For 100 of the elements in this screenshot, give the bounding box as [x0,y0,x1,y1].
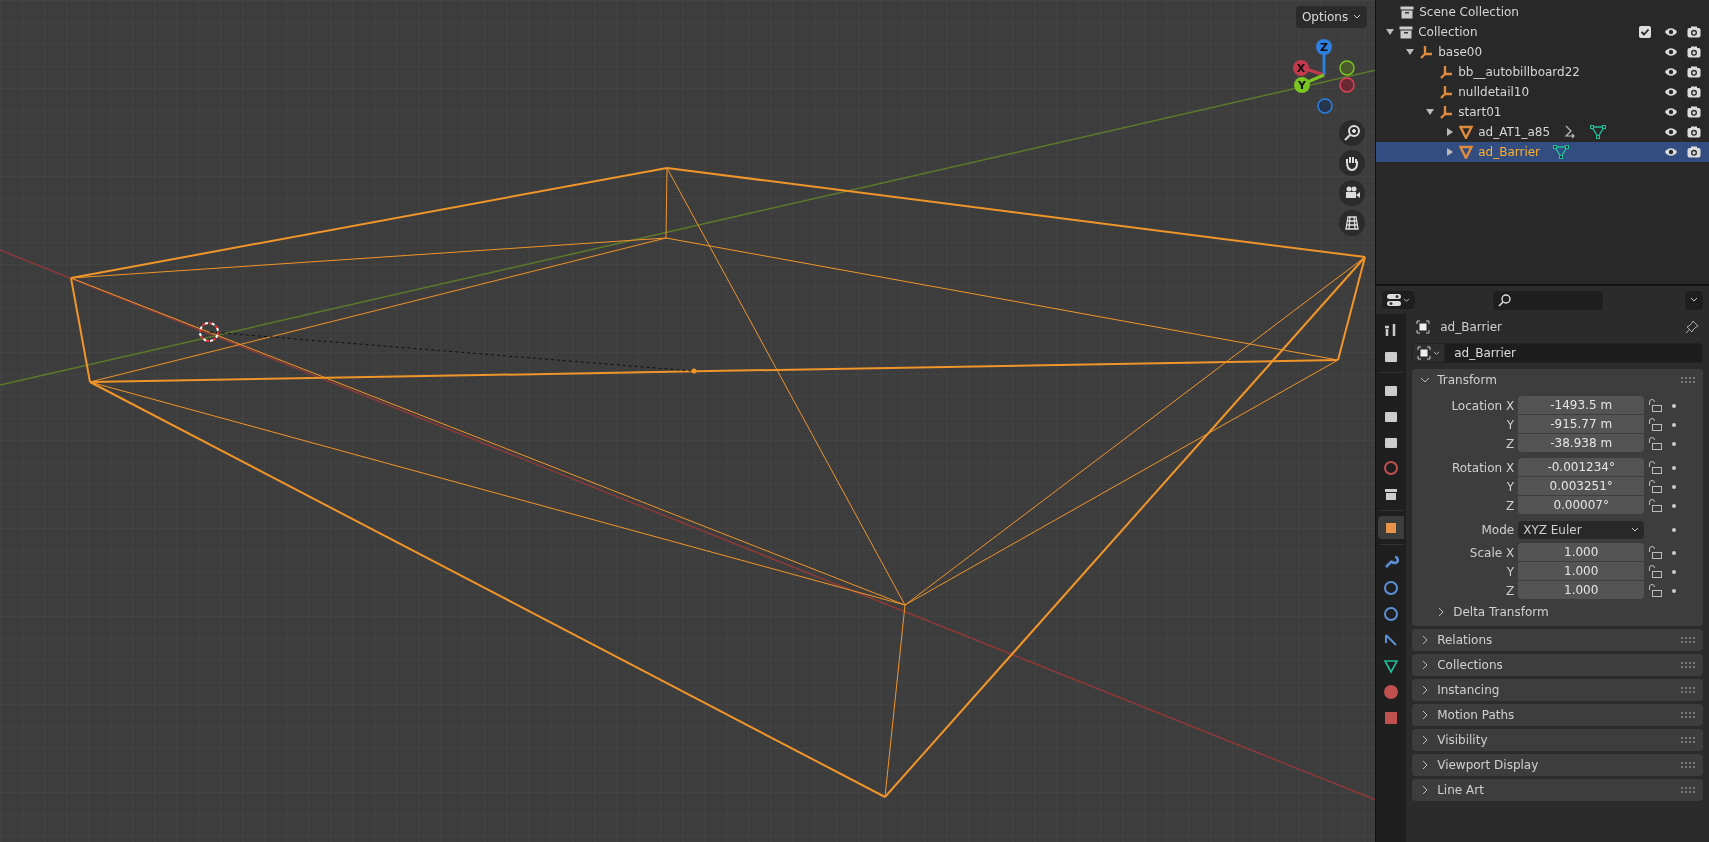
camera-icon[interactable] [1687,126,1701,138]
keyframe-dot-icon[interactable] [1672,403,1677,408]
disclosure-icon[interactable] [1386,28,1395,36]
tree-row[interactable]: base00 [1376,42,1709,62]
drag-handle-icon[interactable] [1681,712,1695,718]
tree-item-label[interactable]: Scene Collection [1419,5,1519,19]
tree-item-label[interactable]: base00 [1438,45,1483,59]
drag-handle-icon[interactable] [1681,637,1695,643]
eye-icon[interactable] [1664,67,1678,77]
keyframe-dot-icon[interactable] [1672,503,1677,508]
keyframe-dot-icon[interactable] [1672,422,1677,427]
field-label: Rotation X [1450,460,1516,475]
keyframe-dot-icon[interactable] [1672,441,1677,446]
unlocked-padlock-icon[interactable] [1648,480,1663,493]
tree-item-label[interactable]: ad_AT1_a85 [1478,125,1551,139]
mesh-data-icon[interactable] [1590,125,1607,139]
camera-icon[interactable] [1687,66,1701,78]
eye-icon[interactable] [1664,27,1678,37]
number-field[interactable]: 1.000 [1518,543,1645,561]
tree-row[interactable]: Collection [1376,22,1709,42]
keyframe-dot-icon[interactable] [1672,484,1677,489]
camera-icon[interactable] [1687,146,1701,158]
disclosure-icon[interactable] [1446,128,1455,136]
unlocked-padlock-icon[interactable] [1648,437,1663,450]
tree-row[interactable]: ad_Barrier [1376,142,1709,162]
field-label: Scale X [1468,545,1516,560]
tree-item-label[interactable]: nulldetail10 [1458,85,1530,99]
keyframe-dot-icon[interactable] [1672,550,1677,555]
drag-handle-icon[interactable] [1681,737,1695,743]
tree-row[interactable]: bb__autobillboard22 [1376,62,1709,82]
search-field[interactable] [1493,290,1604,310]
tree-item-label[interactable]: Collection [1418,25,1478,39]
keyframe-dot-icon[interactable] [1672,588,1677,593]
properties-tab[interactable] [1378,516,1405,539]
keyframe-dot-icon[interactable] [1672,465,1677,470]
panel-header[interactable]: Instancing [1412,679,1703,701]
camera-icon[interactable] [1687,106,1701,118]
editor-type-button[interactable] [1382,291,1416,309]
camera-icon[interactable] [1687,86,1701,98]
number-field[interactable]: 0.00007° [1518,496,1645,514]
tree-row[interactable]: nulldetail10 [1376,82,1709,102]
hand-icon[interactable] [1339,150,1365,176]
field-label: Mode [1480,522,1516,537]
eye-icon[interactable] [1664,107,1678,117]
unlocked-padlock-icon[interactable] [1648,584,1663,597]
number-field[interactable]: 0.003251° [1518,477,1645,495]
number-field[interactable]: 1.000 [1518,562,1645,580]
options-button[interactable]: Options [1295,6,1368,28]
subpanel-header[interactable]: Delta Transform [1412,600,1703,624]
panel-header[interactable]: Collections [1412,654,1703,676]
eye-icon[interactable] [1664,47,1678,57]
tree-item-label[interactable]: bb__autobillboard22 [1458,65,1580,79]
panel-header[interactable]: Motion Paths [1412,704,1703,726]
unlocked-padlock-icon[interactable] [1648,499,1663,512]
name-field[interactable]: ad_Barrier [1445,343,1703,363]
grid-icon[interactable] [1339,210,1365,236]
unlocked-padlock-icon[interactable] [1648,418,1663,431]
3d-viewport[interactable]: Options Z X Y [0,0,1376,842]
camera-icon[interactable] [1339,180,1365,206]
mode-dropdown[interactable]: XYZ Euler [1518,520,1645,539]
number-field[interactable]: -38.938 m [1518,434,1645,452]
unlocked-padlock-icon[interactable] [1648,546,1663,559]
eye-icon[interactable] [1664,147,1678,157]
cursor-icon [199,322,219,342]
zoom-icon[interactable] [1339,120,1365,146]
drag-handle-icon[interactable] [1681,687,1695,693]
eye-icon[interactable] [1664,127,1678,137]
eye-icon[interactable] [1664,87,1678,97]
number-field[interactable]: -915.77 m [1518,415,1645,433]
drag-handle-icon[interactable] [1681,662,1695,668]
tree-item-label[interactable]: start01 [1458,105,1502,119]
unlocked-padlock-icon[interactable] [1648,565,1663,578]
checkbox[interactable] [1639,26,1651,38]
disclosure-icon[interactable] [1446,148,1455,156]
datablock-button[interactable] [1412,343,1446,363]
panel-header[interactable]: Relations [1412,629,1703,651]
tree-row[interactable]: start01 [1376,102,1709,122]
disclosure-icon[interactable] [1426,108,1435,116]
keyframe-dot-icon[interactable] [1672,569,1677,574]
unlocked-padlock-icon[interactable] [1648,399,1663,412]
mesh-data-icon[interactable] [1553,145,1570,159]
panel-header[interactable]: Line Art [1412,779,1703,801]
number-field[interactable]: -1493.5 m [1518,396,1645,414]
panel-header[interactable]: Transform [1412,369,1703,391]
panel-header[interactable]: Viewport Display [1412,754,1703,776]
disclosure-icon[interactable] [1406,48,1415,56]
drag-handle-icon[interactable] [1681,762,1695,768]
number-field[interactable]: 1.000 [1518,581,1645,599]
tree-item-label[interactable]: ad_Barrier [1478,145,1541,159]
unlocked-padlock-icon[interactable] [1648,461,1663,474]
camera-icon[interactable] [1687,46,1701,58]
drag-handle-icon[interactable] [1681,377,1695,383]
empty-axes-icon [1419,45,1434,59]
pin-icon[interactable] [1685,320,1699,334]
keyframe-dot-icon[interactable] [1672,527,1677,532]
panel-header[interactable]: Visibility [1412,729,1703,751]
number-field[interactable]: -0.001234° [1518,458,1645,476]
tree-row[interactable]: ad_AT1_a85 [1376,122,1709,142]
drag-handle-icon[interactable] [1681,787,1695,793]
camera-icon[interactable] [1687,26,1701,38]
